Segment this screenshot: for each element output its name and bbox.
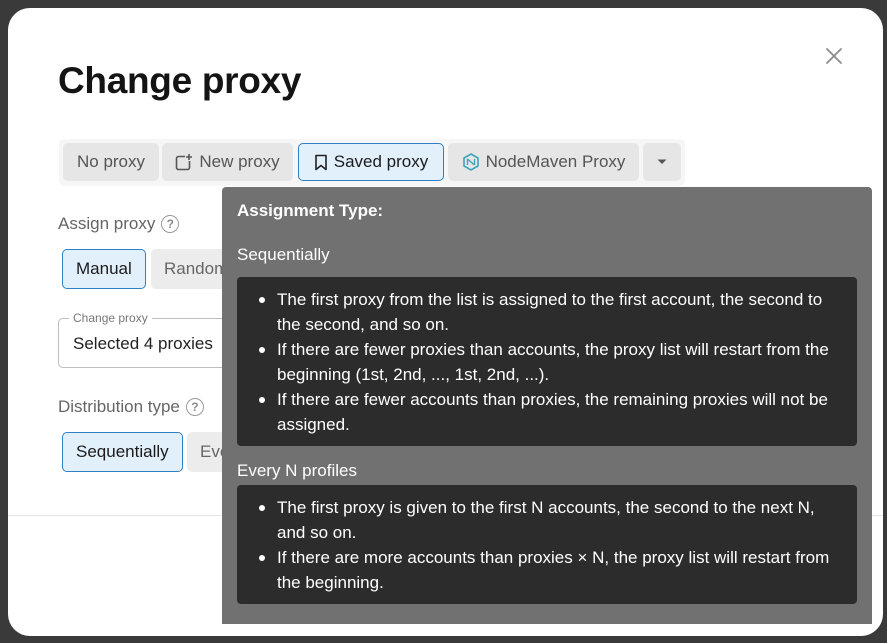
caret-down-icon xyxy=(657,159,667,164)
tab-label: New proxy xyxy=(199,152,280,171)
tooltip-list-item: If there are fewer accounts than proxies… xyxy=(259,387,845,437)
select-value: Selected 4 proxies xyxy=(73,334,213,353)
proxy-source-tabs: No proxy New proxy Saved proxy NodeMaven… xyxy=(59,139,685,186)
assignment-type-tooltip: Assignment Type: Sequentially The first … xyxy=(222,187,872,624)
tab-label: No proxy xyxy=(76,152,146,171)
close-icon xyxy=(826,48,842,64)
tooltip-section-box: The first proxy is given to the first N … xyxy=(237,485,857,604)
tab-label: Saved proxy xyxy=(333,152,429,171)
tab-label: NodeMaven Proxy xyxy=(485,152,626,171)
distribution-option-label: Sequentially xyxy=(76,442,169,461)
help-icon[interactable]: ? xyxy=(185,398,204,416)
nodemaven-logo-icon xyxy=(462,153,479,171)
distribution-sequentially-button[interactable]: Sequentially xyxy=(62,432,183,472)
bookmark-icon xyxy=(314,154,327,170)
tooltip-list-item: The first proxy is given to the first N … xyxy=(259,495,845,545)
help-icon[interactable]: ? xyxy=(161,215,180,233)
tooltip-heading: Assignment Type: xyxy=(237,201,384,220)
tooltip-list-item: If there are more accounts than proxies … xyxy=(259,545,845,595)
tooltip-section-box: The first proxy from the list is assigne… xyxy=(237,277,857,446)
select-legend: Change proxy xyxy=(69,311,152,325)
assign-proxy-label: Assign proxy ? xyxy=(58,214,180,234)
add-window-icon xyxy=(176,153,194,171)
distribution-type-label: Distribution type ? xyxy=(58,397,204,417)
assign-manual-button[interactable]: Manual xyxy=(62,249,146,289)
tab-saved-proxy[interactable]: Saved proxy xyxy=(298,143,444,181)
dialog-title: Change proxy xyxy=(58,60,302,101)
tooltip-section-title: Every N profiles xyxy=(237,461,357,480)
tooltip-list-item: If there are fewer proxies than accounts… xyxy=(259,337,845,387)
more-tabs-button[interactable] xyxy=(643,143,681,181)
tab-no-proxy[interactable]: No proxy xyxy=(63,143,159,181)
close-button[interactable] xyxy=(823,45,845,67)
tooltip-list: The first proxy from the list is assigne… xyxy=(259,287,845,437)
tooltip-section-title: Sequentially xyxy=(237,245,330,264)
assign-proxy-text: Assign proxy xyxy=(58,214,156,233)
tooltip-list-item: The first proxy from the list is assigne… xyxy=(259,287,845,337)
tab-new-proxy[interactable]: New proxy xyxy=(162,143,293,181)
assign-option-label: Random xyxy=(164,259,229,278)
assign-option-label: Manual xyxy=(76,259,132,278)
tooltip-list: The first proxy is given to the first N … xyxy=(259,495,845,595)
distribution-type-text: Distribution type xyxy=(58,397,180,416)
tab-nodemaven-proxy[interactable]: NodeMaven Proxy xyxy=(448,143,639,181)
assign-random-button[interactable]: Random xyxy=(151,249,231,289)
